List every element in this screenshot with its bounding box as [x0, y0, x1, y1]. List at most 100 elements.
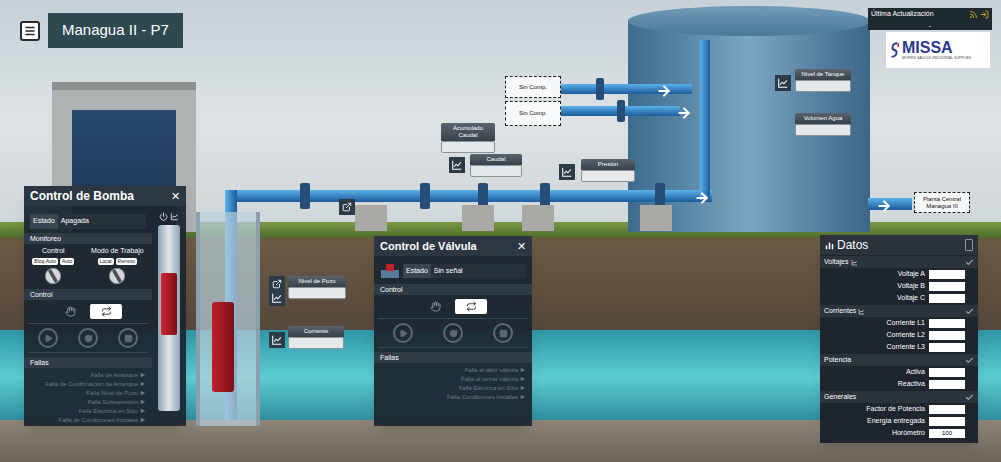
readout-value	[470, 165, 522, 177]
readout-value	[288, 337, 344, 349]
action-button[interactable]	[493, 323, 513, 343]
data-value	[929, 282, 965, 291]
section-header: Control	[24, 289, 152, 300]
connection-tag: Planta Central Managua III	[914, 192, 970, 213]
power-icon[interactable]	[159, 212, 168, 221]
check-icon	[965, 393, 974, 402]
scada-screen: Sin Comp.Sin Comp.Planta Central Managua…	[0, 0, 1001, 462]
monitor-group: ControlBloq.AutoAuto	[32, 246, 74, 286]
action-row	[28, 323, 148, 353]
chart-button[interactable]	[269, 332, 285, 348]
action-button[interactable]	[78, 328, 98, 348]
pipe-valve	[617, 100, 625, 122]
panel-toggle[interactable]	[965, 239, 973, 251]
data-row: Horómetro100	[820, 427, 978, 439]
data-row: Corriente L2	[820, 329, 978, 341]
readout-value	[795, 80, 851, 92]
close-button[interactable]: ✕	[517, 238, 526, 255]
data-value	[929, 405, 965, 414]
data-section: GeneralesFactor de PotenciaEnergía entre…	[820, 390, 978, 439]
fault-item: Falla de Confirmación de Arranque	[45, 380, 146, 388]
mode-label: Local	[98, 258, 114, 265]
data-section: PotenciaActivaReactiva	[820, 353, 978, 390]
readout-label: Acumulado Caudal	[441, 123, 495, 141]
fault-item: Falla Condiciones Iniciales	[447, 393, 526, 401]
section-header: Control	[374, 284, 532, 295]
connection-tag: Sin Comp.	[505, 76, 561, 98]
chart-button[interactable]	[269, 290, 285, 306]
chart-icon[interactable]	[561, 166, 573, 178]
close-button[interactable]: ✕	[171, 188, 180, 205]
restart-icon	[84, 334, 93, 343]
stop-icon	[499, 329, 508, 338]
auto-cycle-icon	[466, 301, 477, 312]
action-button[interactable]	[393, 323, 413, 343]
status-field: EstadoApagada	[30, 214, 146, 229]
chart-icon[interactable]	[777, 77, 789, 89]
logo-mark-icon	[890, 39, 899, 61]
chart-button[interactable]	[559, 164, 575, 180]
start-icon	[399, 329, 408, 338]
concrete-support	[522, 205, 554, 231]
data-row: Voltaje A	[820, 268, 978, 280]
selector-knob-icon[interactable]	[44, 267, 62, 285]
fault-item: Falla Eléctrica en Sitio	[459, 384, 526, 392]
control-mode-button[interactable]	[455, 299, 487, 314]
control-mode-button[interactable]	[54, 304, 86, 319]
flow-arrow-icon	[876, 198, 892, 214]
readout: Caudal	[470, 154, 522, 177]
chart-icon[interactable]	[271, 292, 283, 304]
chart-icon[interactable]	[451, 159, 463, 171]
check-icon	[965, 307, 974, 316]
fault-list: Falla al abrir válvulaFalla al cerrar vá…	[374, 363, 532, 404]
readout: Presión	[581, 159, 635, 182]
chart-icon[interactable]	[170, 212, 179, 221]
control-mode-button[interactable]	[419, 299, 451, 314]
logo-subtitle: MORRIS SALLICK INDUSTRIAL SUPPLIES	[902, 56, 971, 61]
last-update-header: Última Actualización	[868, 8, 992, 21]
chart-icon[interactable]	[851, 259, 858, 266]
open-detail-icon	[342, 202, 352, 212]
well-casing	[196, 212, 260, 426]
data-row: Voltaje C	[820, 292, 978, 304]
section-header: Generales	[820, 391, 978, 403]
fault-item: Falla al cerrar válvula	[461, 375, 526, 383]
concrete-support	[640, 205, 672, 231]
control-mode-button[interactable]	[90, 304, 122, 319]
data-row: Reactiva	[820, 378, 978, 390]
pump-body	[161, 273, 177, 335]
bar-chart-icon	[825, 241, 834, 250]
readout-label: Nivel de Tanque	[795, 69, 851, 80]
login-icon[interactable]	[980, 10, 989, 19]
fault-item: Falla de Condiciones Iniciales	[59, 416, 146, 424]
fault-item: Falla al abrir válvula	[465, 366, 526, 374]
data-value	[929, 331, 965, 340]
fault-list: Falla de ArranqueFalla de Confirmación d…	[24, 368, 152, 427]
station-title: Managua II - P7	[48, 13, 183, 48]
chart-button[interactable]	[775, 75, 791, 91]
selector-knob-icon[interactable]	[108, 267, 126, 285]
concrete-support	[462, 205, 494, 231]
action-button[interactable]	[443, 323, 463, 343]
check-icon	[965, 356, 974, 365]
chart-button[interactable]	[449, 157, 465, 173]
data-value	[929, 368, 965, 377]
start-icon	[44, 334, 53, 343]
readout-value	[288, 287, 346, 299]
section-header: Monitoreo	[24, 233, 152, 244]
action-button[interactable]	[118, 328, 138, 348]
open-detail-button[interactable]	[339, 199, 355, 215]
stop-icon	[124, 334, 133, 343]
manual-hand-icon	[430, 301, 441, 312]
monitor-group: Modo de TrabajoLocalRemoto	[91, 246, 144, 286]
chart-icon[interactable]	[858, 308, 865, 315]
readout: Nivel de Tanque	[795, 69, 851, 92]
pump-control-window: Control de Bomba✕ EstadoApagada Monitoreo C…	[24, 186, 186, 426]
company-logo: MISSAMORRIS SALLICK INDUSTRIAL SUPPLIES	[886, 32, 990, 68]
rss-icon[interactable]	[969, 10, 978, 19]
menu-button[interactable]	[20, 21, 40, 41]
chart-icon[interactable]	[271, 334, 283, 346]
open-detail-button[interactable]	[269, 276, 285, 292]
window-header: Control de Bomba✕	[24, 186, 186, 206]
action-button[interactable]	[38, 328, 58, 348]
